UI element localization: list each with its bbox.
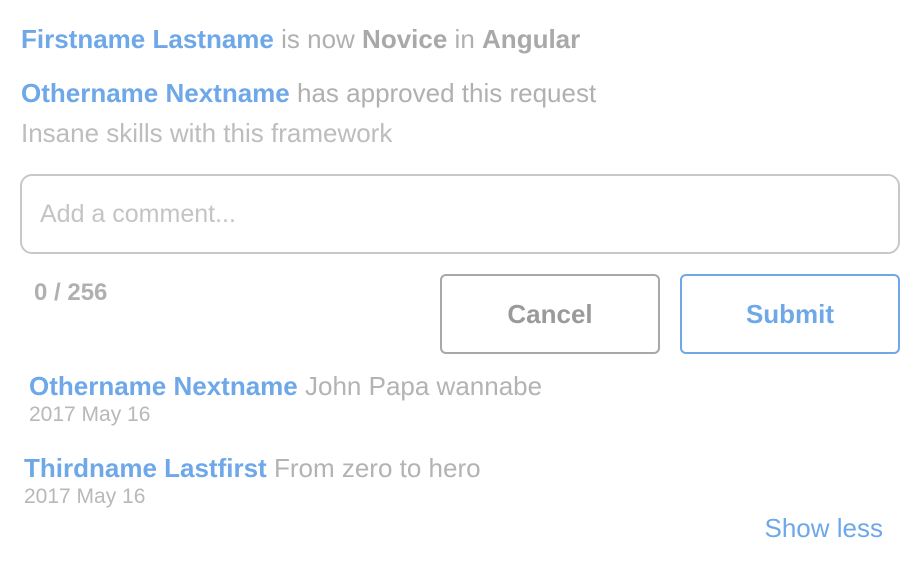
comment-line: Thirdname Lastfirst From zero to hero [24, 452, 481, 484]
comment-date: 2017 May 16 [29, 403, 151, 426]
status-text-in: in [454, 24, 475, 54]
approval-line: Othername Nextname has approved this req… [21, 76, 596, 110]
comment-text: From zero to hero [273, 453, 481, 483]
comment-input[interactable] [20, 174, 900, 254]
status-text-is-now: is now [281, 24, 355, 54]
skill-name: Angular [482, 24, 581, 54]
comment-text: John Papa wannabe [305, 371, 543, 401]
character-counter: 0 / 256 [34, 279, 108, 306]
approval-note: Insane skills with this framework [21, 118, 393, 148]
comment-date: 2017 May 16 [24, 485, 146, 508]
comment-line: Othername Nextname John Papa wannabe [29, 370, 542, 402]
approver-name-link[interactable]: Othername Nextname [21, 78, 290, 108]
comment-author-link[interactable]: Thirdname Lastfirst [24, 453, 267, 483]
skill-level: Novice [362, 24, 448, 54]
user-name-link[interactable]: Firstname Lastname [21, 24, 274, 54]
approval-text: has approved this request [297, 78, 597, 108]
comment-item: Othername Nextname John Papa wannabe 201… [29, 370, 542, 428]
comment-author-link[interactable]: Othername Nextname [29, 371, 298, 401]
endorsement-card: Firstname Lastname is now Novice in Angu… [0, 0, 920, 564]
comment-item: Thirdname Lastfirst From zero to hero 20… [24, 452, 481, 510]
submit-button[interactable]: Submit [680, 274, 900, 354]
show-less-link[interactable]: Show less [765, 512, 884, 544]
cancel-button[interactable]: Cancel [440, 274, 660, 354]
status-headline: Firstname Lastname is now Novice in Angu… [21, 22, 580, 56]
